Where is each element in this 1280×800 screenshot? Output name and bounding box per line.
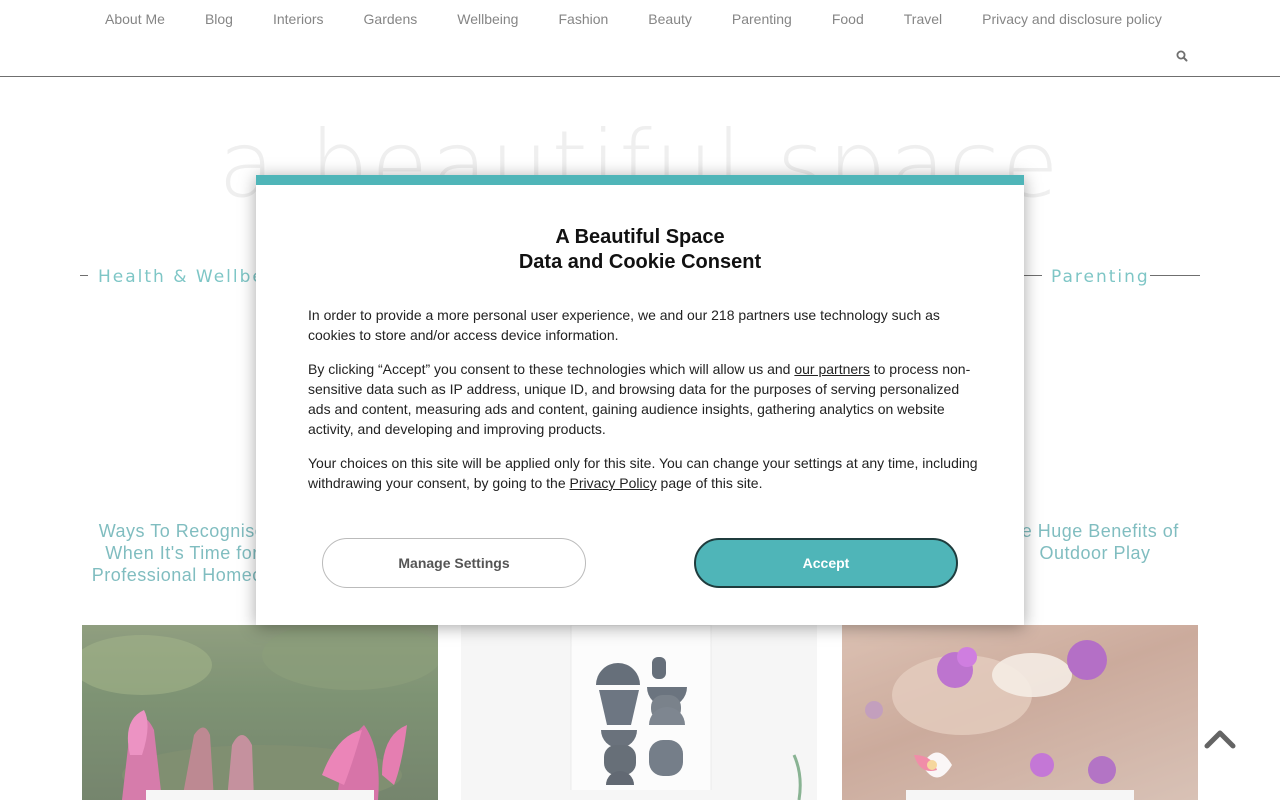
consent-paragraph-3: Your choices on this site will be applie… xyxy=(308,453,978,493)
consent-text: By clicking “Accept” you consent to thes… xyxy=(308,361,795,377)
cookie-consent-dialog: A Beautiful Space Data and Cookie Consen… xyxy=(256,175,1024,625)
consent-text: page of this site. xyxy=(656,475,763,491)
dialog-title: A Beautiful Space Data and Cookie Consen… xyxy=(256,225,1024,275)
consent-paragraph-2: By clicking “Accept” you consent to thes… xyxy=(308,359,978,439)
accept-button[interactable]: Accept xyxy=(694,538,958,588)
privacy-policy-link[interactable]: Privacy Policy xyxy=(570,475,657,491)
our-partners-link[interactable]: our partners xyxy=(794,361,869,377)
consent-paragraph-1: In order to provide a more personal user… xyxy=(308,307,940,343)
dialog-title-site: A Beautiful Space xyxy=(555,226,725,248)
manage-settings-button[interactable]: Manage Settings xyxy=(322,538,586,588)
dialog-body: In order to provide a more personal user… xyxy=(308,305,978,507)
dialog-title-subtitle: Data and Cookie Consent xyxy=(518,251,762,273)
